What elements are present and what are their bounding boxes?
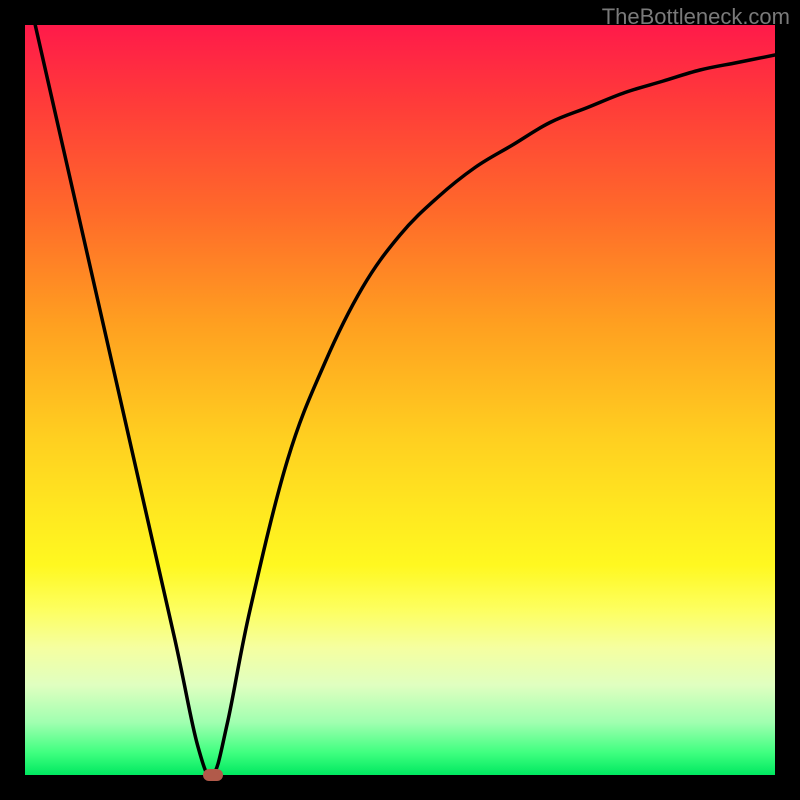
minimum-marker: [203, 769, 223, 781]
plot-area: [25, 25, 775, 775]
bottleneck-curve: [25, 25, 775, 775]
chart-container: TheBottleneck.com: [0, 0, 800, 800]
